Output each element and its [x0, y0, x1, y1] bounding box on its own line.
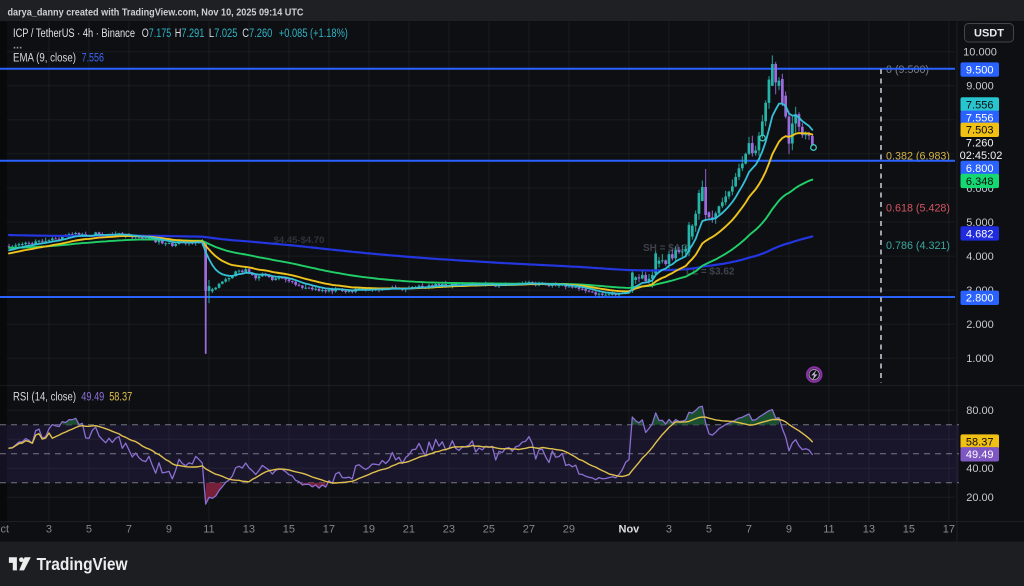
- svg-text:7.503: 7.503: [966, 125, 994, 137]
- svg-text:49.49: 49.49: [81, 391, 104, 403]
- svg-text:H7.291: H7.291: [175, 28, 205, 40]
- svg-text:11: 11: [203, 524, 214, 536]
- svg-text:RSI (14, close): RSI (14, close): [13, 391, 76, 403]
- svg-text:4.682: 4.682: [966, 228, 994, 240]
- svg-text:9: 9: [166, 524, 172, 536]
- svg-text:USDT: USDT: [974, 27, 1004, 39]
- svg-text:58.37: 58.37: [966, 437, 994, 449]
- svg-text:40.00: 40.00: [966, 463, 994, 475]
- svg-text:11: 11: [823, 524, 834, 536]
- svg-text:3: 3: [46, 524, 52, 536]
- svg-text:ICP / TetherUS · 4h · Binance: ICP / TetherUS · 4h · Binance: [13, 28, 135, 40]
- svg-text:TradingView: TradingView: [37, 554, 128, 574]
- svg-text:0.618 (5.428): 0.618 (5.428): [886, 203, 950, 215]
- svg-text:9.500: 9.500: [966, 65, 994, 77]
- svg-text:21: 21: [403, 524, 415, 536]
- svg-text:C7.260: C7.260: [242, 28, 272, 40]
- svg-text:10.000: 10.000: [963, 47, 997, 59]
- svg-text:7.260: 7.260: [966, 138, 994, 150]
- svg-text:25: 25: [483, 524, 495, 536]
- svg-text:13: 13: [243, 524, 255, 536]
- svg-text:19: 19: [363, 524, 375, 536]
- svg-text:15: 15: [903, 524, 915, 536]
- svg-text:58.37: 58.37: [109, 391, 132, 403]
- svg-text:02:45:02: 02:45:02: [960, 150, 1003, 162]
- svg-text:23: 23: [443, 524, 455, 536]
- svg-text:17: 17: [943, 524, 955, 536]
- svg-text:49.49: 49.49: [966, 449, 994, 461]
- svg-text:80.00: 80.00: [966, 405, 994, 417]
- svg-text:0.786 (4.321): 0.786 (4.321): [886, 240, 950, 252]
- svg-text:2.800: 2.800: [966, 293, 994, 305]
- svg-text:1.000: 1.000: [966, 353, 994, 365]
- svg-text:+0.085 (+1.18%): +0.085 (+1.18%): [279, 28, 348, 40]
- svg-text:15: 15: [283, 524, 295, 536]
- svg-text:20.00: 20.00: [966, 492, 994, 504]
- svg-text:7.556: 7.556: [82, 53, 104, 65]
- svg-text:Oct: Oct: [0, 524, 9, 536]
- svg-text:3: 3: [666, 524, 672, 536]
- svg-text:5: 5: [86, 524, 92, 536]
- svg-text:6.348: 6.348: [966, 176, 994, 188]
- svg-text:13: 13: [863, 524, 875, 536]
- svg-text:7: 7: [126, 524, 132, 536]
- svg-text:L7.025: L7.025: [209, 28, 238, 40]
- svg-text:29: 29: [563, 524, 575, 536]
- svg-text:0 (9.500): 0 (9.500): [886, 64, 929, 76]
- svg-text:...: ...: [13, 40, 22, 52]
- svg-text:9.000: 9.000: [966, 81, 994, 93]
- svg-text:17: 17: [323, 524, 335, 536]
- svg-text:4.000: 4.000: [966, 251, 994, 263]
- svg-text:7: 7: [746, 524, 752, 536]
- svg-text:darya_danny created with Tradi: darya_danny created with TradingView.com…: [8, 6, 304, 18]
- svg-text:O7.175: O7.175: [142, 28, 172, 40]
- svg-text:6.800: 6.800: [966, 163, 994, 175]
- svg-text:27: 27: [523, 524, 535, 536]
- svg-text:Nov: Nov: [619, 524, 641, 536]
- svg-text:7.556: 7.556: [966, 99, 994, 111]
- svg-text:EMA (9, close): EMA (9, close): [13, 53, 76, 65]
- svg-text:9: 9: [786, 524, 792, 536]
- svg-text:5: 5: [706, 524, 712, 536]
- svg-text:2.000: 2.000: [966, 319, 994, 331]
